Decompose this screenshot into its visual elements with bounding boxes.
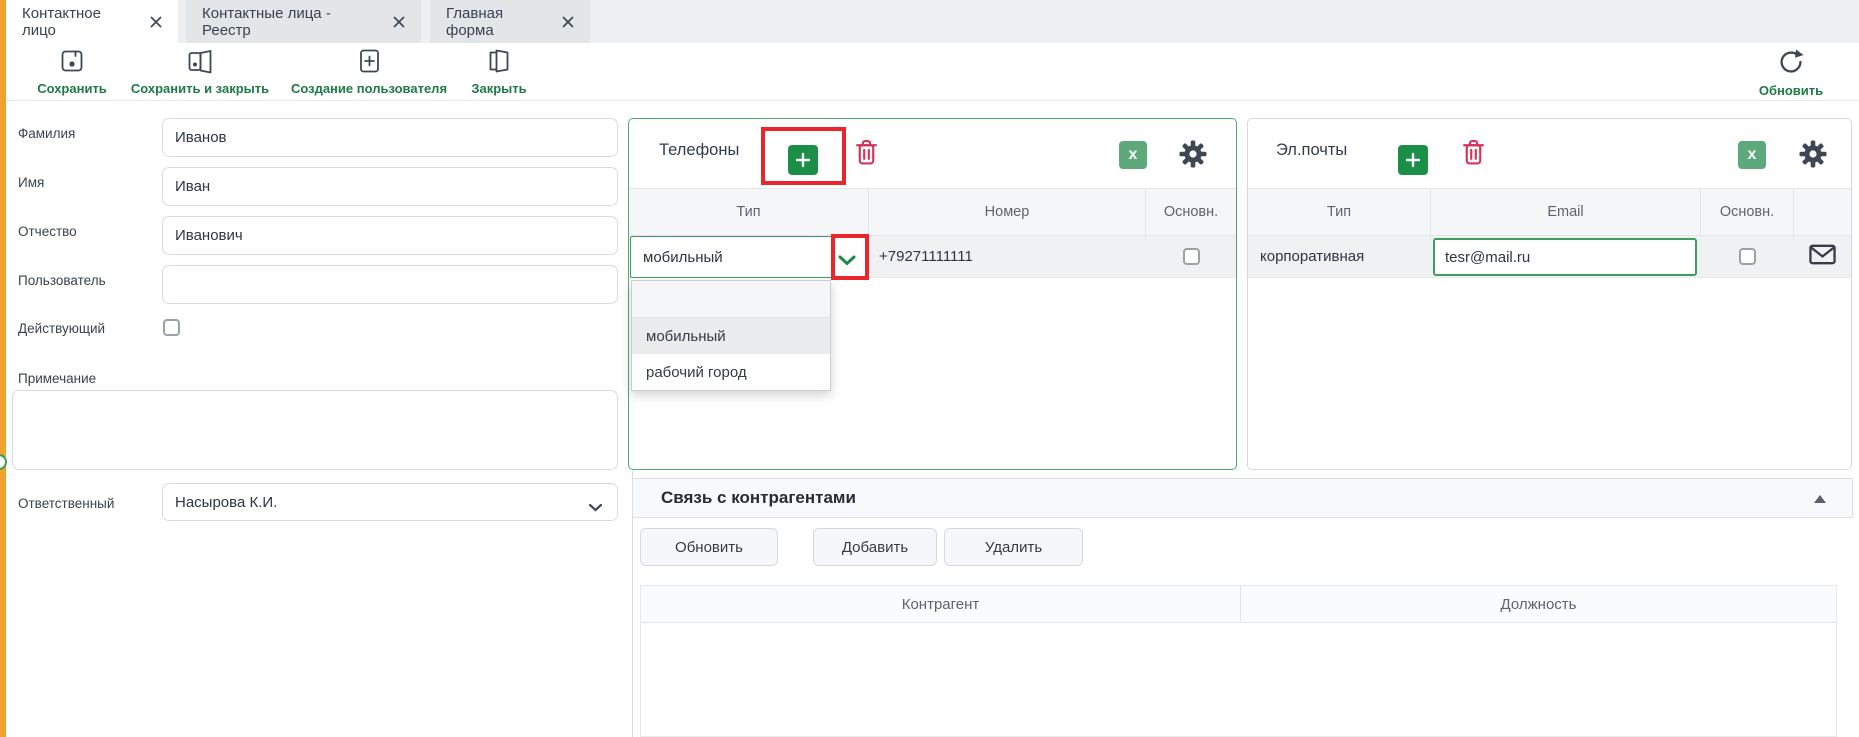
excel-x-label: x: [1748, 146, 1757, 164]
save-label: Сохранить: [37, 81, 107, 96]
collapse-triangle-icon[interactable]: [1814, 495, 1826, 503]
excel-x-label: x: [1129, 146, 1138, 164]
tab-contacts-registry[interactable]: Контактные лица - Реестр: [186, 0, 421, 43]
tab-contact-person[interactable]: Контактное лицо: [6, 0, 178, 43]
tab-close-icon[interactable]: [393, 16, 405, 28]
column-header-position: Должность: [1241, 586, 1836, 622]
dropdown-option-work-city[interactable]: рабочий город: [632, 354, 830, 390]
emails-panel: Эл.почты x: [1247, 118, 1852, 470]
refresh-button[interactable]: Обновить: [1746, 48, 1836, 98]
contractors-add-button[interactable]: Добавить: [813, 528, 937, 566]
plus-icon: [1405, 152, 1421, 168]
contact-card-window: Контактное лицо Контактные лица - Реестр…: [0, 0, 1859, 737]
refresh-label: Обновить: [1759, 83, 1823, 98]
gear-icon[interactable]: [1798, 139, 1828, 169]
excel-export-icon[interactable]: x: [1738, 141, 1766, 169]
save-button[interactable]: Сохранить: [24, 48, 120, 98]
delete-phone-icon[interactable]: [855, 139, 878, 166]
envelope-icon[interactable]: [1809, 244, 1836, 269]
excel-export-icon[interactable]: x: [1119, 141, 1147, 169]
column-header-type: Тип: [629, 189, 869, 235]
note-textarea[interactable]: [12, 390, 618, 470]
user-label: Пользователь: [18, 273, 106, 288]
tab-label: Контактные лица - Реестр: [202, 5, 379, 39]
column-header-main: Основн.: [1146, 189, 1236, 235]
dropdown-option-empty[interactable]: [632, 281, 830, 318]
column-header-type: Тип: [1248, 189, 1431, 235]
active-label: Действующий: [18, 321, 105, 336]
delete-email-icon[interactable]: [1462, 139, 1485, 166]
plus-icon: [795, 152, 811, 168]
firstname-input[interactable]: [162, 167, 618, 206]
email-main-cell: [1701, 236, 1794, 277]
close-door-icon: [486, 48, 512, 79]
emails-title: Эл.почты: [1276, 141, 1347, 160]
email-action-cell: [1794, 236, 1851, 277]
surname-input[interactable]: [162, 118, 618, 157]
contractors-table: Контрагент Должность: [640, 585, 1837, 737]
phone-type-dropdown: мобильный рабочий город: [631, 280, 831, 391]
column-header-actions: [1794, 189, 1851, 235]
create-user-button[interactable]: Создание пользователя: [286, 48, 452, 98]
emails-table-header: Тип Email Основн.: [1248, 188, 1851, 236]
column-header-email: Email: [1431, 189, 1701, 235]
patronymic-input[interactable]: [162, 216, 618, 255]
contractors-title: Связь с контрагентами: [661, 488, 856, 508]
tab-close-icon[interactable]: [562, 16, 574, 28]
add-email-button[interactable]: [1398, 145, 1428, 175]
close-label: Закрыть: [471, 81, 526, 96]
email-input[interactable]: [1433, 238, 1697, 276]
user-input[interactable]: [162, 265, 618, 304]
save-and-close-icon: [187, 48, 213, 79]
save-icon: [59, 48, 85, 79]
phones-table-header: Тип Номер Основн.: [629, 188, 1236, 236]
save-and-close-label: Сохранить и закрыть: [131, 81, 269, 96]
note-label: Примечание: [18, 371, 96, 386]
chevron-down-icon: [588, 499, 603, 516]
create-user-label: Создание пользователя: [291, 81, 447, 96]
phones-title: Телефоны: [659, 141, 739, 160]
tab-label: Главная форма: [446, 5, 548, 39]
tab-bar: Контактное лицо Контактные лица - Реестр…: [6, 0, 1859, 43]
refresh-icon: [1777, 48, 1805, 81]
responsible-value: Насырова К.И.: [175, 494, 277, 511]
tab-main-form[interactable]: Главная форма: [430, 0, 590, 43]
firstname-label: Имя: [18, 175, 44, 190]
email-main-checkbox[interactable]: [1739, 248, 1756, 265]
responsible-label: Ответственный: [18, 496, 114, 511]
column-header-contractor: Контрагент: [641, 586, 1241, 622]
phones-panel: Телефоны x: [628, 118, 1237, 470]
left-accent-bar: [0, 0, 6, 737]
create-user-icon: [356, 48, 382, 79]
phone-type-combo[interactable]: мобильный: [630, 236, 869, 278]
tab-label: Контактное лицо: [22, 5, 136, 39]
contractors-section-header[interactable]: Связь с контрагентами: [632, 478, 1853, 518]
contractors-delete-button[interactable]: Удалить: [944, 528, 1083, 566]
phone-main-cell: [1146, 236, 1236, 277]
save-and-close-button[interactable]: Сохранить и закрыть: [124, 48, 276, 98]
phone-main-checkbox[interactable]: [1183, 248, 1200, 265]
column-header-number: Номер: [869, 189, 1146, 235]
tab-close-icon[interactable]: [150, 16, 162, 28]
phone-number-cell[interactable]: +79271111111: [869, 236, 1146, 277]
add-phone-button[interactable]: [788, 145, 818, 175]
contractors-table-header: Контрагент Должность: [641, 586, 1836, 623]
column-header-main: Основн.: [1701, 189, 1794, 235]
phone-type-value: мобильный: [643, 249, 723, 266]
responsible-select[interactable]: Насырова К.И.: [162, 483, 618, 521]
email-type-cell[interactable]: корпоративная: [1248, 236, 1431, 277]
dropdown-option-mobile[interactable]: мобильный: [632, 318, 830, 354]
close-button[interactable]: Закрыть: [458, 48, 540, 98]
surname-label: Фамилия: [18, 126, 75, 141]
active-checkbox[interactable]: [163, 319, 180, 336]
contractors-refresh-button[interactable]: Обновить: [640, 528, 778, 566]
combo-chevron-down-icon[interactable]: [838, 253, 856, 270]
gear-icon[interactable]: [1178, 139, 1208, 169]
toolbar: Сохранить Сохранить и закрыть Создание п…: [6, 43, 1859, 101]
patronymic-label: Отчество: [18, 224, 77, 239]
